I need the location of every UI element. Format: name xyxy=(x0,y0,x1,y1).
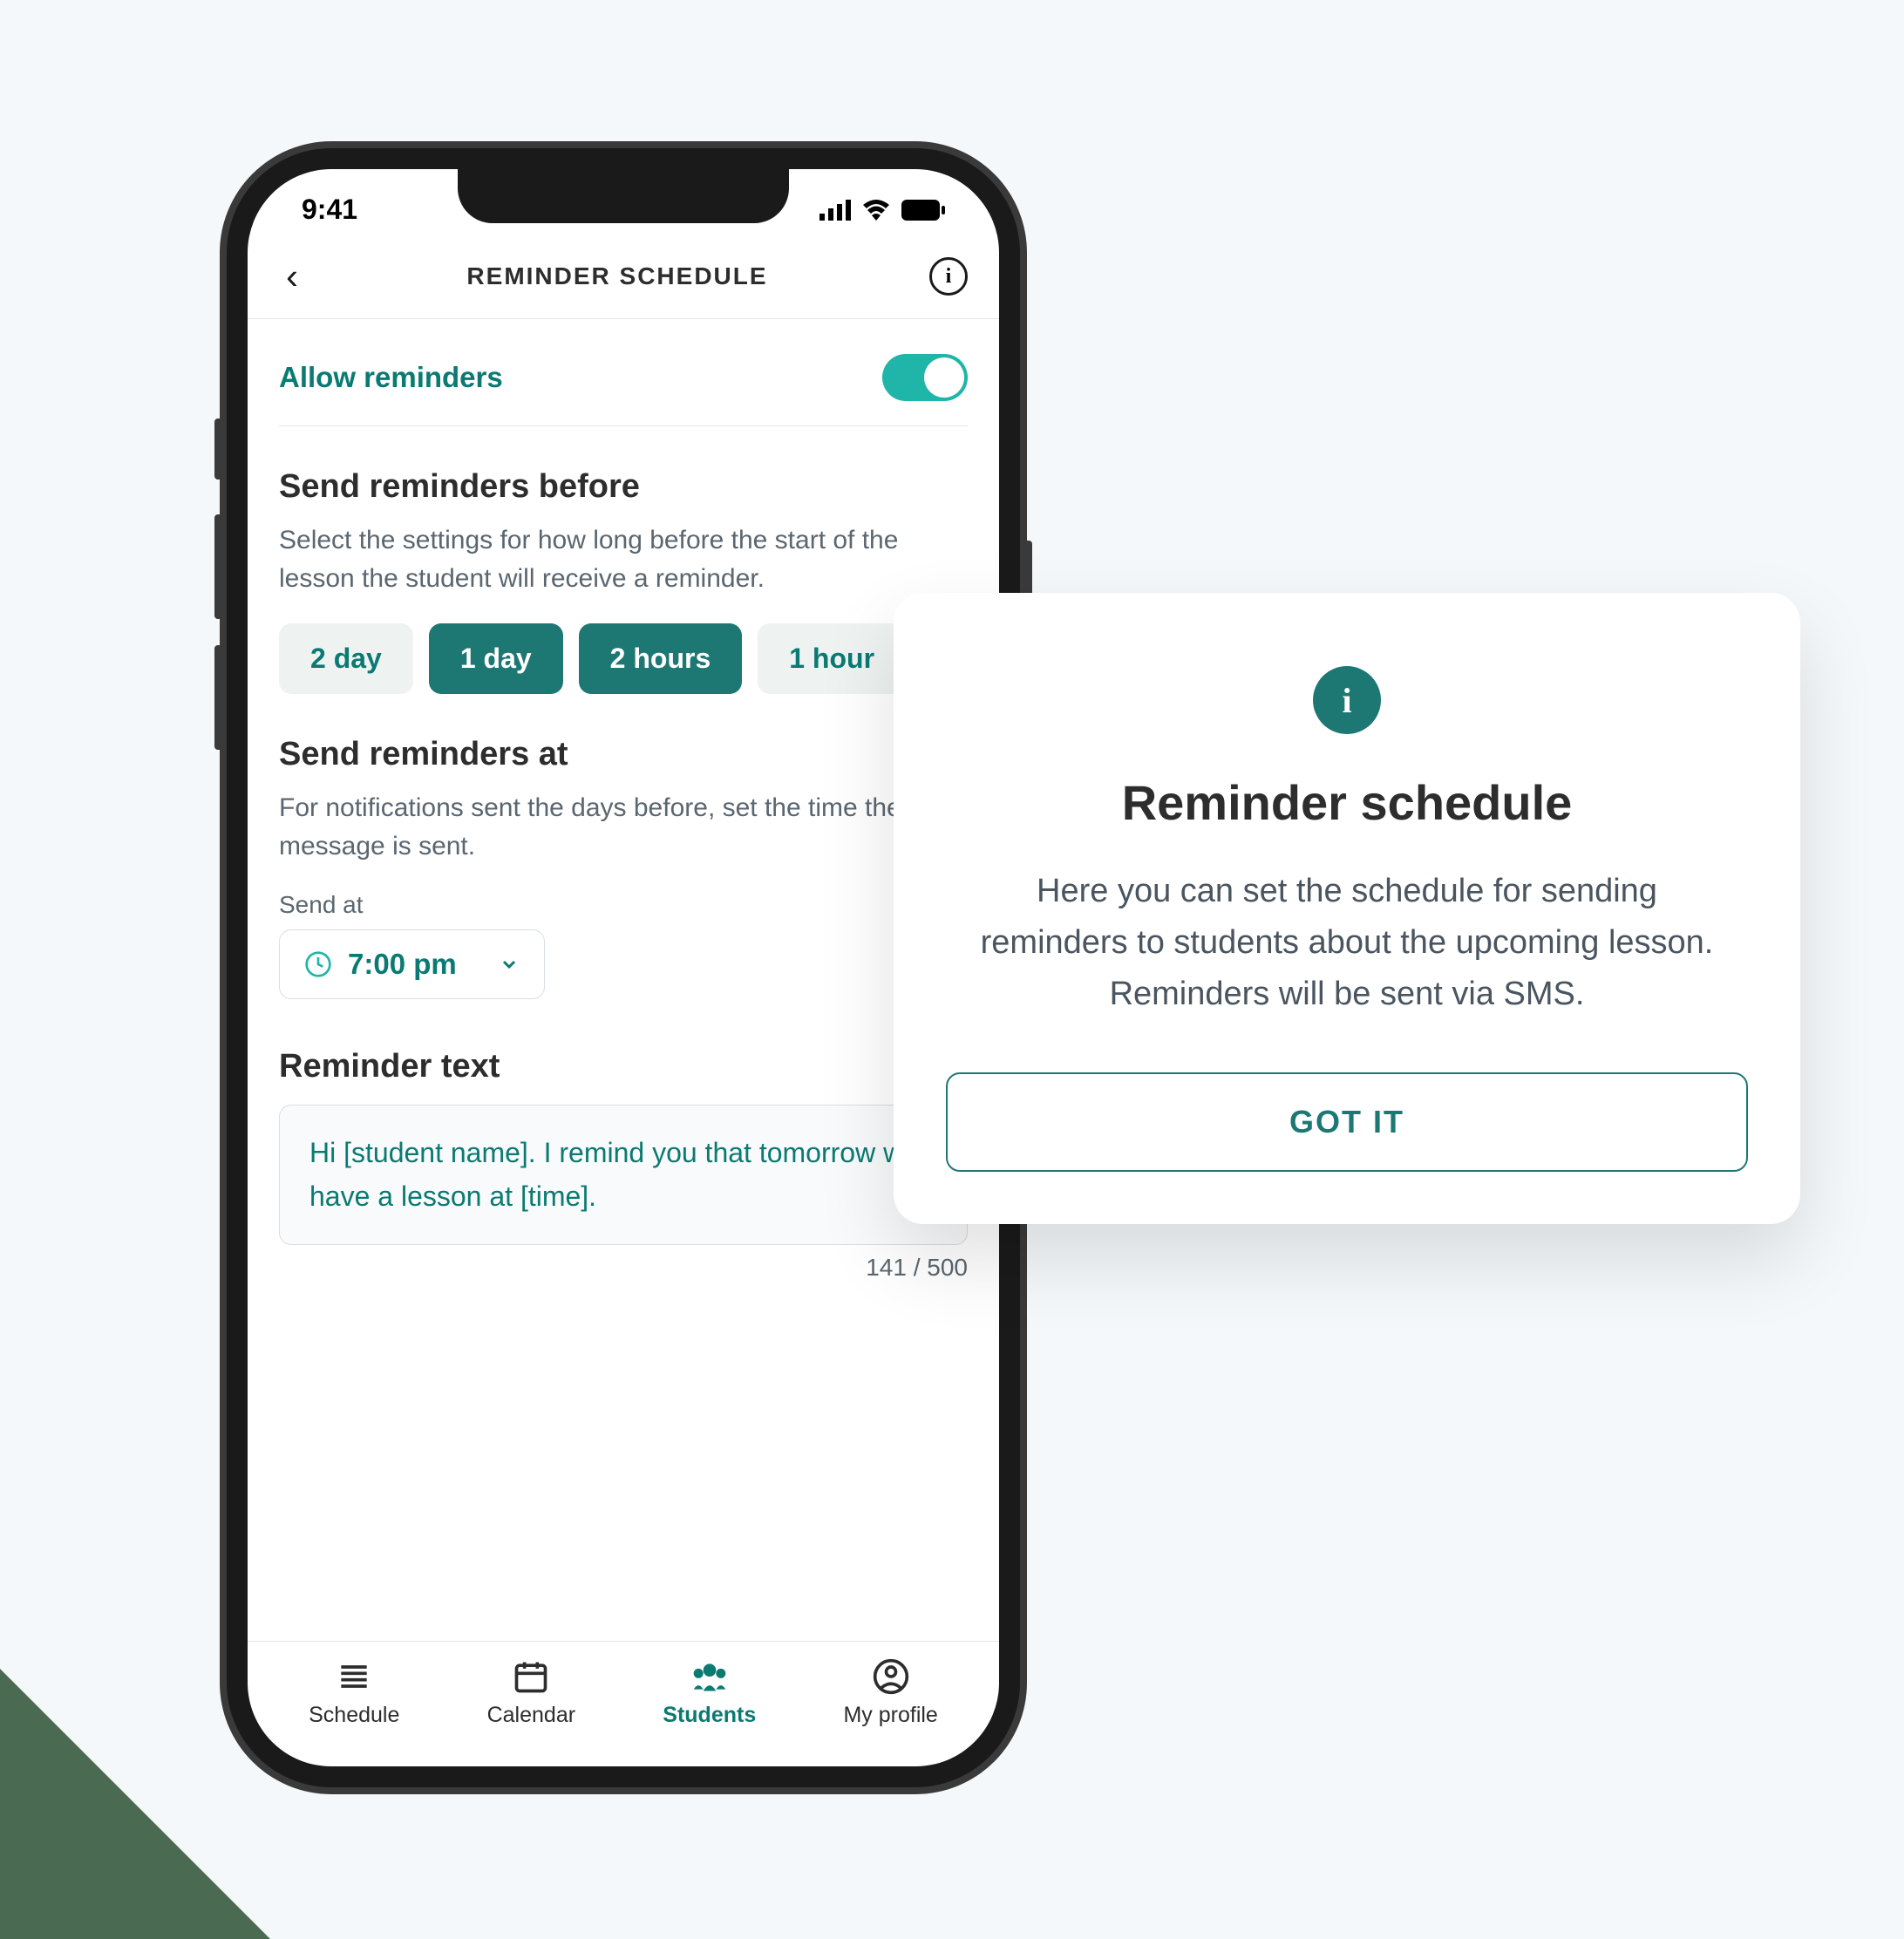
info-button[interactable]: i xyxy=(929,257,968,296)
allow-reminders-label: Allow reminders xyxy=(279,361,503,394)
signal-icon xyxy=(819,200,851,221)
chip-2-day[interactable]: 2 day xyxy=(279,623,413,694)
send-before-options: 2 day 1 day 2 hours 1 hour xyxy=(279,623,968,694)
send-at-desc: For notifications sent the days before, … xyxy=(279,789,968,865)
schedule-icon xyxy=(335,1657,373,1696)
clock-icon xyxy=(304,950,332,978)
calendar-icon xyxy=(512,1657,550,1696)
phone-mute-switch xyxy=(214,418,223,480)
phone-volume-down xyxy=(214,645,223,750)
send-at-field-label: Send at xyxy=(279,891,968,919)
phone-volume-up xyxy=(214,514,223,619)
tab-label: Calendar xyxy=(487,1703,575,1728)
chip-2-hours[interactable]: 2 hours xyxy=(579,623,743,694)
tab-label: Students xyxy=(663,1703,756,1728)
tab-schedule[interactable]: Schedule xyxy=(309,1657,399,1728)
toggle-knob xyxy=(924,357,964,398)
info-icon: i xyxy=(1313,666,1381,734)
tab-profile[interactable]: My profile xyxy=(843,1657,937,1728)
send-at-title: Send reminders at xyxy=(279,736,968,773)
send-before-desc: Select the settings for how long before … xyxy=(279,521,968,597)
char-count: 141 / 500 xyxy=(279,1254,968,1282)
send-at-value: 7:00 pm xyxy=(348,948,457,981)
modal-title: Reminder schedule xyxy=(946,774,1748,831)
status-icons xyxy=(819,200,945,221)
profile-icon xyxy=(872,1657,910,1696)
tab-bar: Schedule Calendar Students My profile xyxy=(248,1641,999,1766)
info-modal: i Reminder schedule Here you can set the… xyxy=(894,593,1800,1224)
send-before-title: Send reminders before xyxy=(279,468,968,506)
got-it-button[interactable]: GOT IT xyxy=(946,1072,1748,1172)
status-time: 9:41 xyxy=(302,194,357,226)
tab-students[interactable]: Students xyxy=(663,1657,756,1728)
reminder-text-title: Reminder text xyxy=(279,1048,500,1085)
send-at-select[interactable]: 7:00 pm xyxy=(279,929,545,999)
back-button[interactable]: ‹ xyxy=(279,255,305,297)
modal-description: Here you can set the schedule for sendin… xyxy=(946,866,1748,1020)
tab-label: Schedule xyxy=(309,1703,399,1728)
wifi-icon xyxy=(861,200,891,221)
reminder-text-box[interactable]: Hi [student name]. I remind you that tom… xyxy=(279,1105,968,1245)
header-bar: ‹ REMINDER SCHEDULE i xyxy=(248,235,999,319)
chip-1-hour[interactable]: 1 hour xyxy=(758,623,906,694)
battery-icon xyxy=(901,200,945,221)
phone-notch xyxy=(458,169,789,223)
tab-calendar[interactable]: Calendar xyxy=(487,1657,575,1728)
allow-reminders-row: Allow reminders xyxy=(279,330,968,426)
students-icon xyxy=(690,1657,729,1696)
tab-label: My profile xyxy=(843,1703,937,1728)
chip-1-day[interactable]: 1 day xyxy=(429,623,563,694)
reminder-text-header: Reminder text E xyxy=(279,1048,968,1085)
content-area: Allow reminders Send reminders before Se… xyxy=(248,319,999,1641)
phone-screen: 9:41 ‹ REMINDER SCHEDULE i Allow reminde… xyxy=(248,169,999,1766)
allow-reminders-toggle[interactable] xyxy=(882,354,968,401)
chevron-down-icon xyxy=(499,954,520,975)
page-title: REMINDER SCHEDULE xyxy=(466,262,767,290)
